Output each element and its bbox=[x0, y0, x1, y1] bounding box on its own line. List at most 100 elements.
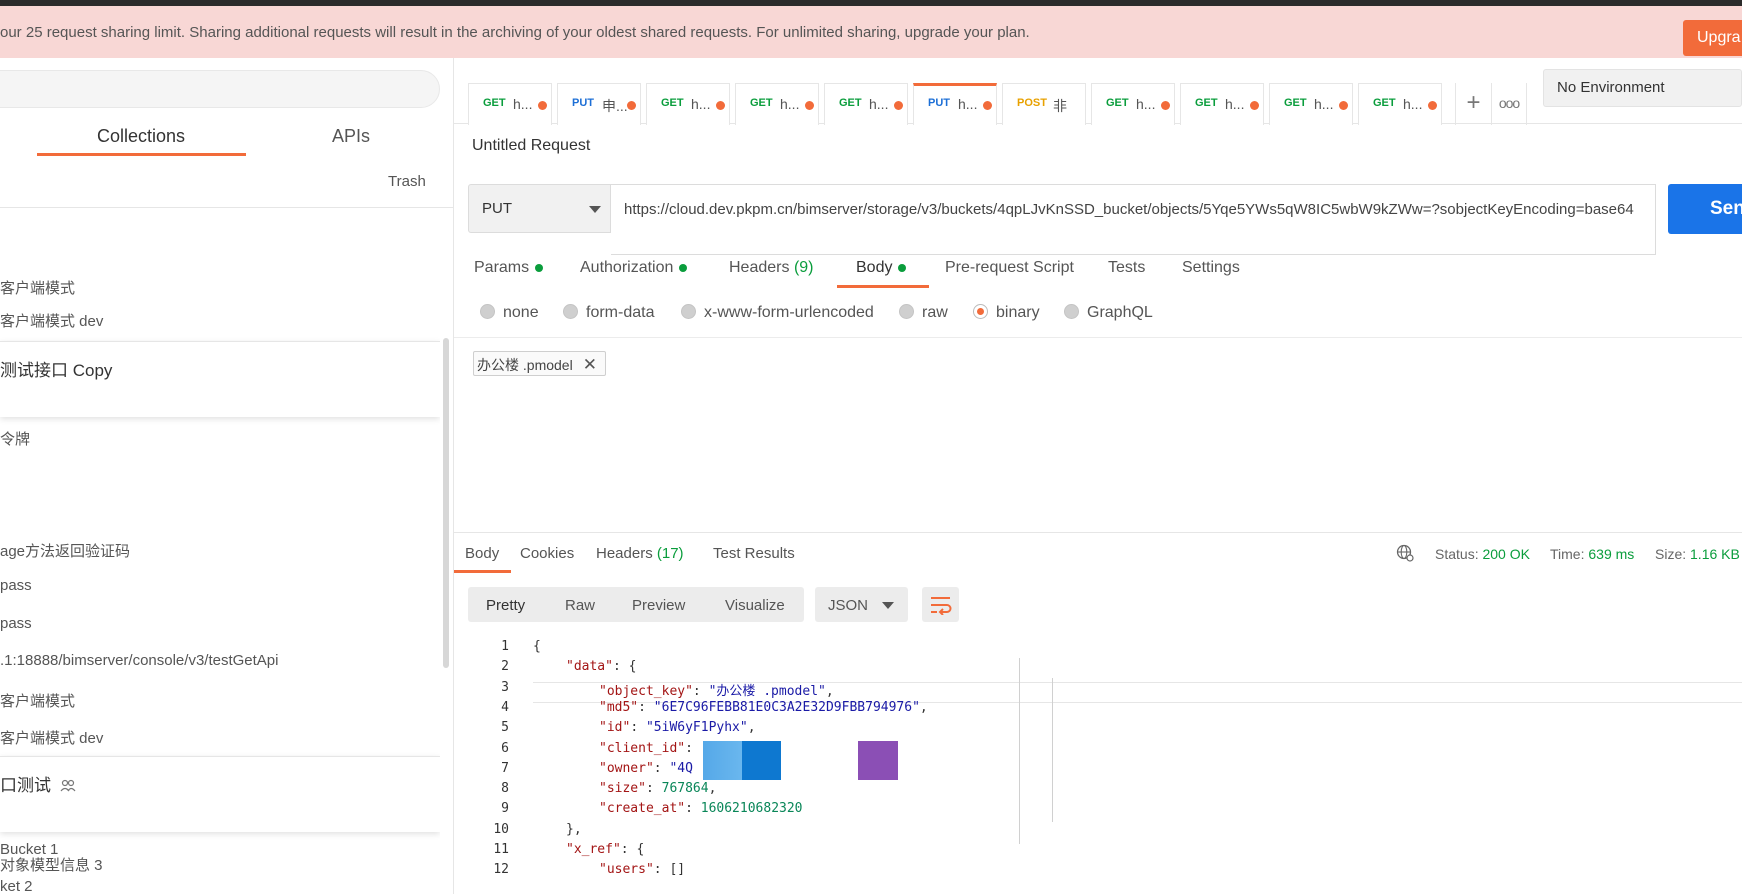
radio-label: form-data bbox=[586, 304, 655, 321]
list-item[interactable]: 对象模型信息 3 bbox=[0, 854, 103, 875]
request-tab[interactable]: GET h... bbox=[468, 83, 552, 125]
trash-button[interactable]: Trash bbox=[388, 173, 426, 190]
unsaved-dot-icon bbox=[1250, 101, 1259, 110]
request-tab[interactable]: POST 非 bbox=[1002, 83, 1086, 125]
url-input[interactable]: https://cloud.dev.pkpm.cn/bimserver/stor… bbox=[611, 184, 1656, 255]
request-tab[interactable]: GET h... bbox=[1091, 83, 1175, 125]
list-item[interactable]: ket 2 bbox=[0, 878, 33, 894]
tab-title: h... bbox=[691, 96, 711, 112]
radio-label: none bbox=[503, 304, 539, 321]
wrap-lines-button[interactable] bbox=[922, 587, 959, 622]
code-token: "6E7C96FEBB81E0C3A2E32D9FBB794976" bbox=[653, 699, 920, 715]
tab-collections[interactable]: Collections bbox=[97, 126, 185, 147]
time-label: Time: bbox=[1550, 546, 1585, 562]
radio-label: GraphQL bbox=[1087, 304, 1153, 321]
list-item[interactable]: pass bbox=[0, 577, 32, 594]
view-raw[interactable]: Raw bbox=[565, 597, 595, 614]
unsaved-dot-icon bbox=[716, 101, 725, 110]
sidebar-search-input[interactable] bbox=[0, 70, 440, 108]
method-value: PUT bbox=[482, 200, 512, 217]
request-tab[interactable]: GET h... bbox=[646, 83, 730, 125]
format-select[interactable]: JSON bbox=[815, 587, 908, 622]
line-number: 12 bbox=[493, 862, 509, 878]
radio-binary[interactable]: binary bbox=[973, 304, 1040, 322]
unsaved-dot-icon bbox=[1161, 101, 1170, 110]
tab-apis[interactable]: APIs bbox=[332, 126, 370, 147]
code-token: , bbox=[747, 720, 756, 736]
environment-select[interactable]: No Environment bbox=[1543, 69, 1742, 107]
tab-response-cookies[interactable]: Cookies bbox=[520, 545, 574, 562]
globe-icon[interactable] bbox=[1396, 544, 1414, 562]
list-item[interactable]: 客户端模式 dev bbox=[0, 310, 103, 331]
request-tab-active[interactable]: PUT h... bbox=[913, 83, 997, 125]
code-token: 1606210682320 bbox=[700, 801, 803, 817]
code-token: "md5" bbox=[599, 699, 639, 715]
indent-guide bbox=[1052, 678, 1053, 822]
tab-response-body[interactable]: Body bbox=[465, 545, 499, 562]
method-select[interactable]: PUT bbox=[468, 184, 611, 233]
radio-raw[interactable]: raw bbox=[899, 304, 948, 322]
radio-label: x-www-form-urlencoded bbox=[704, 304, 874, 321]
request-tab[interactable]: GET h... bbox=[824, 83, 908, 125]
unsaved-dot-icon bbox=[1339, 101, 1348, 110]
tab-response-headers[interactable]: Headers (17) bbox=[596, 545, 684, 562]
code-token: "id" bbox=[599, 720, 631, 736]
close-icon[interactable]: ✕ bbox=[583, 355, 597, 374]
sidebar-scrollbar[interactable] bbox=[443, 338, 449, 668]
radio-label: binary bbox=[996, 304, 1040, 321]
tab-settings[interactable]: Settings bbox=[1182, 259, 1240, 277]
request-tab[interactable]: GET h... bbox=[1358, 83, 1442, 125]
list-item[interactable]: .1:18888/bimserver/console/v3/testGetApi bbox=[0, 652, 278, 669]
tab-body[interactable]: Body bbox=[856, 259, 907, 277]
radio-form-data[interactable]: form-data bbox=[563, 304, 654, 322]
request-tab[interactable]: GET h... bbox=[735, 83, 819, 125]
radio-none[interactable]: none bbox=[480, 304, 539, 322]
indicator-dot-icon bbox=[898, 263, 907, 272]
active-tab-indicator bbox=[37, 153, 246, 156]
tab-pre-request-script[interactable]: Pre-request Script bbox=[945, 259, 1074, 277]
collection-group-label-text: 口测试 bbox=[0, 776, 51, 795]
code-token: "办公楼 .pmodel" bbox=[708, 683, 826, 699]
list-item[interactable]: pass bbox=[0, 615, 32, 632]
upgrade-button[interactable]: Upgra bbox=[1683, 20, 1742, 56]
unsaved-dot-icon bbox=[627, 101, 636, 110]
tab-test-results[interactable]: Test Results bbox=[713, 545, 795, 562]
response-time: Time: 639 ms bbox=[1550, 546, 1634, 562]
code-token: : bbox=[630, 720, 646, 736]
list-item[interactable]: 令牌 bbox=[0, 428, 30, 449]
request-tab[interactable]: GET h... bbox=[1180, 83, 1264, 125]
response-size: Size: 1.16 KB bbox=[1655, 546, 1740, 562]
view-pretty[interactable]: Pretty bbox=[486, 597, 525, 614]
more-tabs-icon[interactable]: ooo bbox=[1491, 83, 1527, 125]
radio-x-www-form-urlencoded[interactable]: x-www-form-urlencoded bbox=[681, 304, 874, 322]
request-tab[interactable]: GET h... bbox=[1269, 83, 1353, 125]
tab-authorization[interactable]: Authorization bbox=[580, 259, 688, 277]
collection-group[interactable]: 测试接口 Copy bbox=[0, 341, 440, 417]
response-code-viewer[interactable]: 1{2 "data": {3 "object_key": "办公楼 .pmodel"… bbox=[454, 636, 1742, 894]
list-item[interactable]: 客户端模式 bbox=[0, 277, 75, 298]
tab-headers[interactable]: Headers (9) bbox=[729, 259, 814, 277]
code-token: "x_ref" bbox=[566, 842, 621, 857]
view-preview[interactable]: Preview bbox=[632, 597, 685, 614]
collection-group[interactable]: 口测试 bbox=[0, 756, 440, 832]
request-tab[interactable]: PUT 申... bbox=[557, 83, 641, 125]
tab-tests[interactable]: Tests bbox=[1108, 259, 1145, 277]
radio-graphql[interactable]: GraphQL bbox=[1064, 304, 1153, 322]
tab-title: 非 bbox=[1053, 98, 1067, 114]
list-item[interactable]: age方法返回验证码 bbox=[0, 540, 130, 561]
send-button[interactable]: Send bbox=[1668, 184, 1742, 234]
new-tab-plus-icon[interactable]: + bbox=[1455, 83, 1491, 125]
response-view-toggle: Pretty Raw Preview Visualize bbox=[468, 587, 804, 622]
line-number: 9 bbox=[501, 801, 509, 817]
list-item[interactable]: 客户端模式 bbox=[0, 690, 75, 711]
view-visualize[interactable]: Visualize bbox=[725, 597, 785, 614]
line-number: 8 bbox=[501, 781, 509, 797]
code-token: "data" bbox=[566, 659, 613, 675]
tab-method: GET bbox=[750, 97, 773, 109]
radio-icon bbox=[1064, 304, 1079, 319]
list-item[interactable]: 客户端模式 dev bbox=[0, 727, 103, 748]
tab-params[interactable]: Params bbox=[474, 259, 544, 277]
line-number: 3 bbox=[501, 679, 509, 695]
request-name[interactable]: Untitled Request bbox=[472, 137, 590, 155]
file-name: 办公楼 .pmodel bbox=[477, 357, 573, 373]
